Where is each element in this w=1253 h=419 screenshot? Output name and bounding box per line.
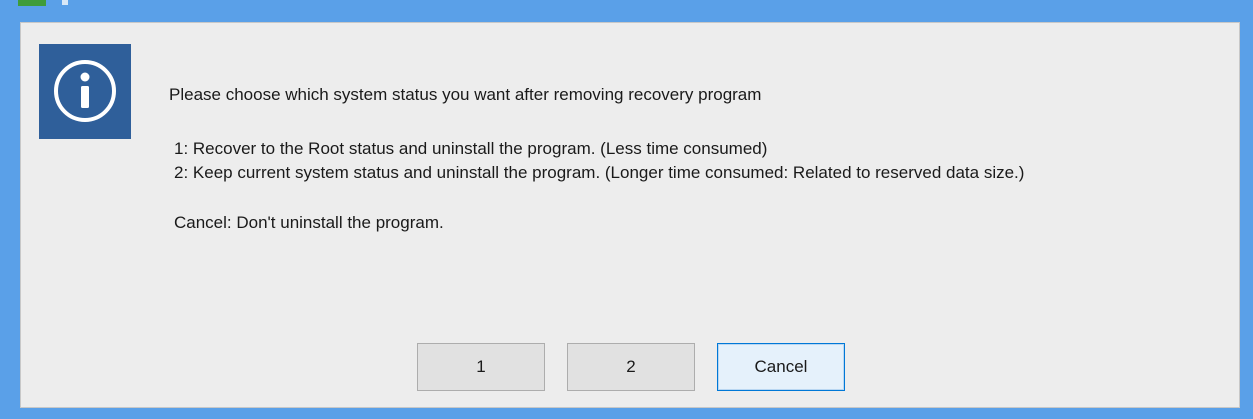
option-1-button-label: 1 — [476, 357, 486, 376]
option-2-text: 2: Keep current system status and uninst… — [174, 163, 1025, 182]
option-1-button[interactable]: 1 — [417, 343, 545, 391]
info-icon — [39, 44, 131, 139]
option-2-button-label: 2 — [626, 357, 636, 376]
dialog-body: Please choose which system status you wa… — [20, 22, 1240, 408]
prompt-text: Please choose which system status you wa… — [169, 85, 762, 104]
title-glyph — [62, 0, 68, 5]
info-icon-graphic — [54, 60, 116, 122]
option-1-text: 1: Recover to the Root status and uninst… — [174, 139, 768, 158]
cancel-note-text: Cancel: Don't uninstall the program. — [174, 213, 444, 232]
option-2-button[interactable]: 2 — [567, 343, 695, 391]
dialog-message: Please choose which system status you wa… — [169, 83, 1229, 235]
cancel-button[interactable]: Cancel — [717, 343, 845, 391]
cancel-button-label: Cancel — [754, 357, 808, 376]
app-icon — [18, 0, 46, 6]
dialog-window: Please choose which system status you wa… — [0, 0, 1253, 419]
